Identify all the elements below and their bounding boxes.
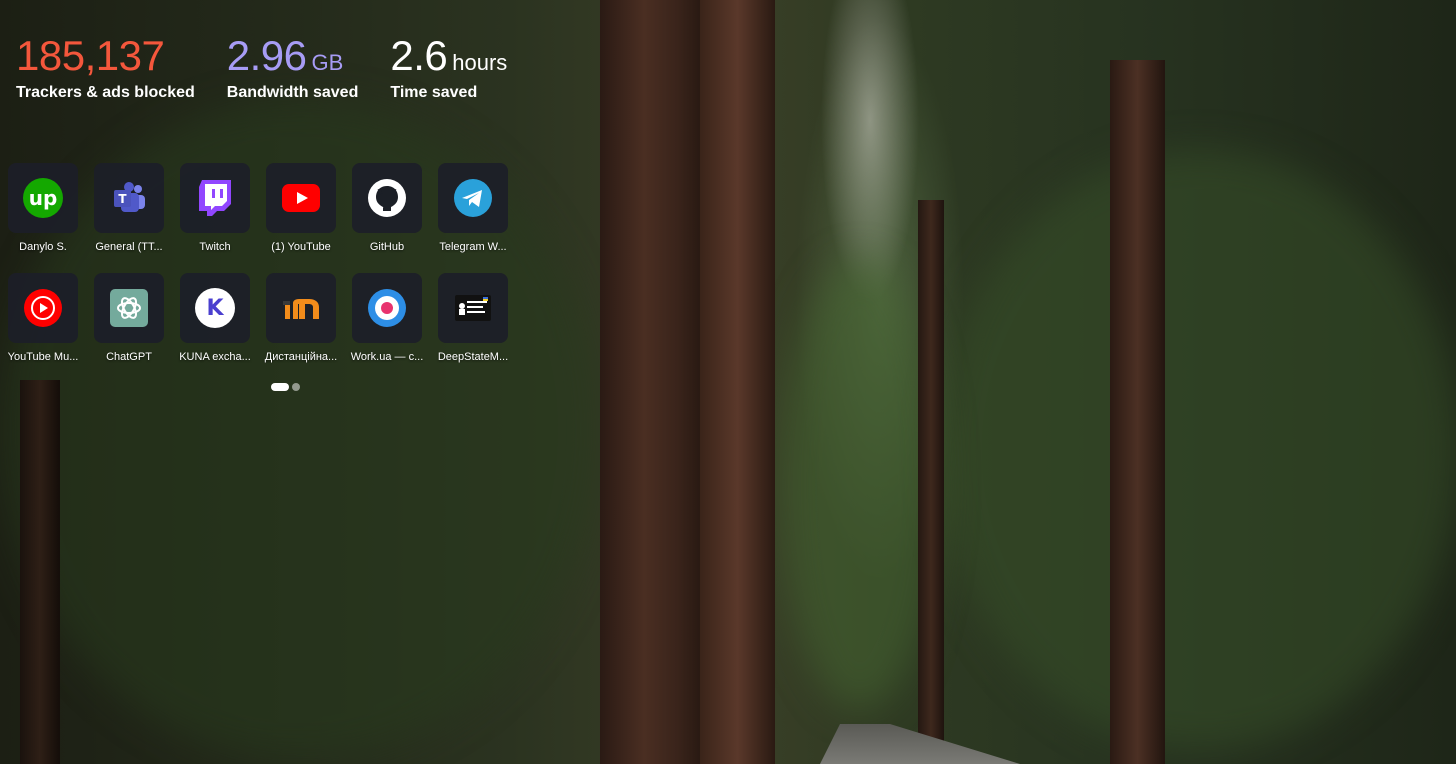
distance-learning-icon <box>283 299 319 319</box>
tile-label: YouTube Mu... <box>7 351 79 363</box>
top-sites-row: YouTube Mu... ChatGPT K KUNA excha... Ди… <box>0 273 516 383</box>
top-site-workua[interactable]: Work.ua — с... <box>344 273 430 383</box>
stat-unit: hours <box>452 50 508 75</box>
top-sites-pager <box>271 383 300 391</box>
top-site-twitch[interactable]: Twitch <box>172 163 258 273</box>
tile-icon-box: K <box>180 273 250 343</box>
tile-label: (1) YouTube <box>271 241 331 253</box>
stat-label: Bandwidth saved <box>226 84 359 101</box>
tile-label: GitHub <box>369 241 405 253</box>
stat-value: 2.96 <box>226 32 307 79</box>
telegram-icon <box>454 179 492 217</box>
top-site-kuna[interactable]: K KUNA excha... <box>172 273 258 383</box>
youtube-icon <box>282 184 320 212</box>
privacy-stats: 185,137 Trackers & ads blocked 2.96 GB B… <box>16 30 507 102</box>
tree-trunk <box>1110 60 1165 764</box>
pager-dot[interactable] <box>292 383 300 391</box>
tile-icon-box <box>438 163 508 233</box>
stat-value: 2.6 <box>390 32 448 79</box>
stat-unit: GB <box>311 50 344 75</box>
tile-icon-box <box>352 163 422 233</box>
top-site-distance-learning[interactable]: Дистанційна... <box>258 273 344 383</box>
svg-text:T: T <box>118 192 127 206</box>
tree-trunk <box>918 200 944 764</box>
tile-icon-box <box>8 273 78 343</box>
youtube-music-icon <box>24 289 62 327</box>
stat-trackers-blocked: 185,137 Trackers & ads blocked <box>16 30 195 102</box>
top-site-chatgpt[interactable]: ChatGPT <box>86 273 172 383</box>
pager-dot-active[interactable] <box>271 383 289 391</box>
tile-icon-box <box>266 163 336 233</box>
kuna-icon: K <box>195 288 235 328</box>
top-site-deepstate[interactable]: DeepStateM... <box>430 273 516 383</box>
stat-label: Time saved <box>390 84 478 101</box>
top-site-teams[interactable]: T General (TT... <box>86 163 172 273</box>
top-site-youtube-music[interactable]: YouTube Mu... <box>0 273 86 383</box>
tile-label: Telegram W... <box>439 241 507 253</box>
top-site-upwork[interactable]: up Danylo S. <box>0 163 86 273</box>
tile-label: ChatGPT <box>106 351 152 363</box>
tile-label: Дистанційна... <box>264 351 338 363</box>
tile-icon-box: T <box>94 163 164 233</box>
top-site-youtube[interactable]: (1) YouTube <box>258 163 344 273</box>
tile-icon-box: up <box>8 163 78 233</box>
deepstate-icon <box>455 295 491 321</box>
teams-icon: T <box>114 182 145 212</box>
chatgpt-icon <box>110 289 148 327</box>
stat-value: 185,137 <box>16 32 165 79</box>
tile-label: General (TT... <box>95 241 163 253</box>
tile-label: KUNA excha... <box>179 351 251 363</box>
tile-icon-box <box>266 273 336 343</box>
github-icon <box>368 179 406 217</box>
tile-label: Work.ua — с... <box>350 351 424 363</box>
top-site-github[interactable]: GitHub <box>344 163 430 273</box>
forest-foliage-right <box>940 150 1456 750</box>
tile-icon-box <box>352 273 422 343</box>
tile-icon-box <box>180 163 250 233</box>
tree-trunk <box>700 0 775 764</box>
tree-trunk <box>600 0 710 764</box>
upwork-icon: up <box>23 178 63 218</box>
tile-icon-box <box>94 273 164 343</box>
top-sites-grid: up Danylo S. T General (TT... Twitch (1)… <box>0 163 516 383</box>
top-site-telegram[interactable]: Telegram W... <box>430 163 516 273</box>
tile-label: Twitch <box>199 241 231 253</box>
workua-icon <box>368 289 406 327</box>
stat-label: Trackers & ads blocked <box>16 84 195 101</box>
forest-foliage-center <box>780 260 940 710</box>
stat-bandwidth-saved: 2.96 GB Bandwidth saved <box>227 30 359 102</box>
tile-icon-box <box>438 273 508 343</box>
tree-trunk <box>20 380 60 764</box>
tile-label: DeepStateM... <box>437 351 509 363</box>
stat-time-saved: 2.6 hours Time saved <box>390 30 507 102</box>
tile-label: Danylo S. <box>19 241 67 253</box>
twitch-icon <box>199 180 231 216</box>
top-sites-row: up Danylo S. T General (TT... Twitch (1)… <box>0 163 516 273</box>
